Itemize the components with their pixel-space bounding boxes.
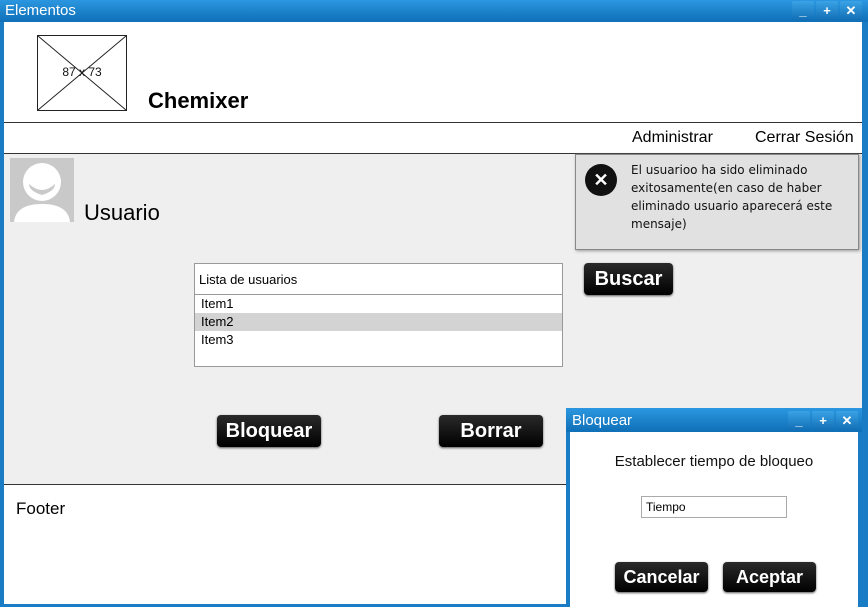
window-title: Elementos: [5, 2, 76, 19]
user-avatar-icon: [14, 163, 70, 222]
logo-placeholder: 87 x 73: [37, 35, 127, 111]
avatar: [10, 158, 74, 222]
nav-logout-link[interactable]: Cerrar Sesión: [755, 129, 854, 147]
cancel-button[interactable]: Cancelar: [615, 562, 708, 592]
close-icon[interactable]: ✕: [840, 1, 862, 20]
minimize-icon[interactable]: _: [792, 1, 814, 20]
alert-text: El usuarioo ha sido eliminado exitosamen…: [631, 163, 833, 231]
user-list[interactable]: Lista de usuarios Item1 Item2 Item3: [194, 263, 563, 367]
footer-text: Footer: [16, 499, 66, 518]
dialog-controls: _ + ✕: [786, 411, 858, 430]
list-item[interactable]: Item3: [195, 331, 562, 349]
close-icon[interactable]: ✕: [836, 411, 858, 430]
block-dialog: Bloquear _ + ✕ Establecer tiempo de bloq…: [566, 408, 862, 607]
nav-admin-link[interactable]: Administrar: [632, 129, 713, 147]
navbar: Administrar Cerrar Sesión: [4, 123, 862, 154]
minimize-icon[interactable]: _: [788, 411, 810, 430]
alert-message-box: ✕ El usuarioo ha sido eliminado exitosam…: [575, 154, 859, 250]
page-header: 87 x 73 Chemixer: [4, 22, 862, 123]
delete-button[interactable]: Borrar: [439, 415, 543, 447]
close-circle-icon: ✕: [585, 164, 617, 196]
search-button[interactable]: Buscar: [584, 263, 673, 295]
accept-button[interactable]: Aceptar: [723, 562, 816, 592]
window-controls: _ + ✕: [790, 1, 862, 20]
app-name: Chemixer: [148, 88, 249, 113]
dialog-body: Establecer tiempo de bloqueo Cancelar Ac…: [570, 432, 858, 607]
user-label: Usuario: [84, 200, 160, 225]
dialog-message: Establecer tiempo de bloqueo: [614, 453, 814, 470]
window-titlebar[interactable]: Elementos _ + ✕: [0, 0, 868, 22]
list-item-selected[interactable]: Item2: [195, 313, 562, 331]
user-list-header: Lista de usuarios: [195, 264, 562, 295]
dialog-titlebar[interactable]: Bloquear _ + ✕: [566, 408, 862, 432]
maximize-icon[interactable]: +: [816, 1, 838, 20]
block-button[interactable]: Bloquear: [217, 415, 321, 447]
maximize-icon[interactable]: +: [812, 411, 834, 430]
logo-placeholder-label: 87 x 73: [62, 65, 102, 79]
list-item[interactable]: Item1: [195, 295, 562, 313]
block-time-input[interactable]: [641, 496, 787, 518]
dialog-title: Bloquear: [572, 412, 633, 429]
